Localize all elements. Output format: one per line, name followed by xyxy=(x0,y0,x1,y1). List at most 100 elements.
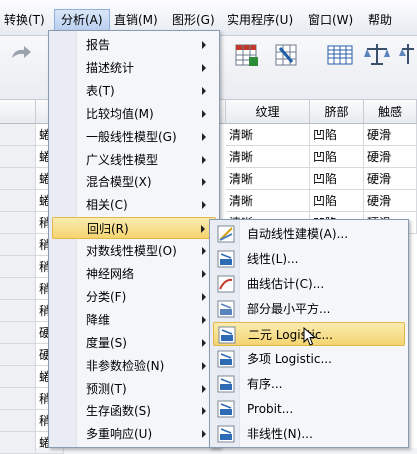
regression-menu-item[interactable]: 线性(L)... xyxy=(213,247,405,271)
analyze-menu-item[interactable]: 对数线性模型(O) xyxy=(52,240,216,262)
select-cases-icon[interactable] xyxy=(398,40,417,70)
regression-menu-item[interactable]: 部分最小平方... xyxy=(213,297,405,321)
menu-item-label: 有序... xyxy=(247,377,283,391)
submenu-arrow-icon xyxy=(202,109,206,118)
column-header-texture[interactable]: 纹理 xyxy=(226,100,310,124)
analyze-menu-item[interactable]: 降维 xyxy=(52,309,216,331)
menu-item-label: 描述统计 xyxy=(86,60,135,75)
row-header[interactable] xyxy=(0,322,36,344)
mouse-pointer-icon xyxy=(303,327,317,346)
menu-direct-marketing[interactable]: 直销(M) xyxy=(114,11,158,29)
table-cell[interactable]: 清晰 xyxy=(226,146,310,168)
menu-item-label: 降维 xyxy=(86,312,111,327)
analyze-menu-item[interactable]: 相关(C) xyxy=(52,194,216,216)
regression-icon xyxy=(217,250,235,268)
menu-item-label: 分类(F) xyxy=(86,289,127,304)
table-cell[interactable]: 硬滑 xyxy=(364,124,417,146)
analyze-menu-item[interactable]: 混合模型(X) xyxy=(52,171,216,193)
menu-item-label: 线性(L)... xyxy=(247,252,299,266)
analyze-menu-item[interactable]: 报告 xyxy=(52,34,216,56)
row-header-corner xyxy=(0,100,36,124)
column-header-touch[interactable]: 触感 xyxy=(364,100,417,124)
menu-graphs[interactable]: 图形(G) xyxy=(172,11,215,29)
analyze-menu-item[interactable]: 一般线性模型(G) xyxy=(52,126,216,148)
analyze-menu-item[interactable]: 非参数检验(N) xyxy=(52,355,216,377)
table-cell[interactable]: 硬滑 xyxy=(364,146,417,168)
menu-utilities[interactable]: 实用程序(U) xyxy=(227,11,293,29)
menu-item-label: 自动线性建模(A)... xyxy=(247,227,349,241)
row-header[interactable] xyxy=(0,256,36,278)
menu-item-label: 部分最小平方... xyxy=(247,302,331,316)
row-header[interactable] xyxy=(0,168,36,190)
menu-item-label: 非参数检验(N) xyxy=(86,358,165,373)
analyze-menu-item[interactable]: 描述统计 xyxy=(52,57,216,79)
menu-transform[interactable]: 转换(T) xyxy=(4,11,45,29)
regression-icon xyxy=(217,225,235,243)
regression-icon xyxy=(217,300,235,318)
row-header[interactable] xyxy=(0,212,36,234)
analyze-menu-item[interactable]: 表(T) xyxy=(52,80,216,102)
row-header[interactable] xyxy=(0,300,36,322)
menu-item-label: 预测(T) xyxy=(86,381,127,396)
analyze-menu-item[interactable]: 广义线性模型 xyxy=(52,149,216,171)
analyze-menu-item[interactable]: 神经网络 xyxy=(52,263,216,285)
insert-variable-icon[interactable] xyxy=(272,40,302,70)
submenu-arrow-icon xyxy=(202,270,206,278)
analyze-menu-item[interactable]: 多重响应(U) xyxy=(52,423,216,445)
analyze-menu-item[interactable]: 分类(F) xyxy=(52,286,216,308)
row-header[interactable] xyxy=(0,190,36,212)
redo-icon[interactable] xyxy=(6,40,36,70)
analyze-menu-item[interactable]: 比较均值(M) xyxy=(52,103,216,125)
analyze-menu-item[interactable]: 预测(T) xyxy=(52,378,216,400)
menu-window[interactable]: 窗口(W) xyxy=(308,11,353,29)
row-header[interactable] xyxy=(0,410,36,432)
row-header[interactable] xyxy=(0,278,36,300)
menu-item-label: 一般线性模型(G) xyxy=(86,129,177,144)
menu-item-label: 表(T) xyxy=(86,83,115,98)
regression-menu-item[interactable]: 有序... xyxy=(213,372,405,396)
table-cell[interactable]: 凹陷 xyxy=(310,124,364,146)
split-file-icon[interactable] xyxy=(325,40,355,70)
table-cell[interactable]: 硬滑 xyxy=(364,168,417,190)
menu-analyze[interactable]: 分析(A) xyxy=(54,9,110,31)
menu-help[interactable]: 帮助 xyxy=(368,11,392,29)
analyze-menu-item[interactable]: 度量(S) xyxy=(52,332,216,354)
row-header[interactable] xyxy=(0,146,36,168)
row-header[interactable] xyxy=(0,388,36,410)
regression-menu-item[interactable]: 多项 Logistic... xyxy=(213,347,405,371)
analyze-menu-item[interactable]: 回归(R) xyxy=(52,217,216,240)
table-cell[interactable]: 凹陷 xyxy=(310,168,364,190)
submenu-arrow-icon xyxy=(202,292,206,301)
table-cell[interactable]: 清晰 xyxy=(226,190,310,212)
submenu-arrow-icon xyxy=(202,407,206,416)
menu-item-label: 曲线估计(C)... xyxy=(247,277,325,291)
row-header[interactable] xyxy=(0,124,36,146)
submenu-arrow-icon xyxy=(202,384,206,393)
regression-menu-item[interactable]: 非线性(N)... xyxy=(213,422,405,446)
row-header[interactable] xyxy=(0,344,36,366)
table-cell[interactable]: 清晰 xyxy=(226,168,310,190)
column-header-navel[interactable]: 脐部 xyxy=(310,100,364,124)
table-cell[interactable]: 硬滑 xyxy=(364,190,417,212)
regression-icon xyxy=(218,326,236,344)
table-cell[interactable]: 凹陷 xyxy=(310,190,364,212)
row-header[interactable] xyxy=(0,432,36,454)
regression-menu-item[interactable]: 自动线性建模(A)... xyxy=(213,222,405,246)
table-cell[interactable]: 凹陷 xyxy=(310,146,364,168)
regression-menu-item[interactable]: Probit... xyxy=(213,397,405,421)
analyze-menu-item[interactable]: 生存函数(S) xyxy=(52,400,216,422)
row-header[interactable] xyxy=(0,234,36,256)
insert-cases-icon[interactable] xyxy=(232,40,262,70)
menu-item-label: 比较均值(M) xyxy=(86,106,154,121)
submenu-arrow-icon xyxy=(201,225,205,234)
regression-icon xyxy=(217,350,235,368)
row-header[interactable] xyxy=(0,366,36,388)
regression-icon xyxy=(217,275,235,293)
weight-cases-icon[interactable] xyxy=(362,40,392,70)
table-cell[interactable]: 清晰 xyxy=(226,124,310,146)
submenu-arrow-icon xyxy=(202,338,206,347)
menu-item-label: 混合模型(X) xyxy=(86,175,152,190)
regression-menu-item[interactable]: 曲线估计(C)... xyxy=(213,272,405,296)
menu-item-label: 回归(R) xyxy=(87,222,129,237)
submenu-arrow-icon xyxy=(202,201,206,210)
